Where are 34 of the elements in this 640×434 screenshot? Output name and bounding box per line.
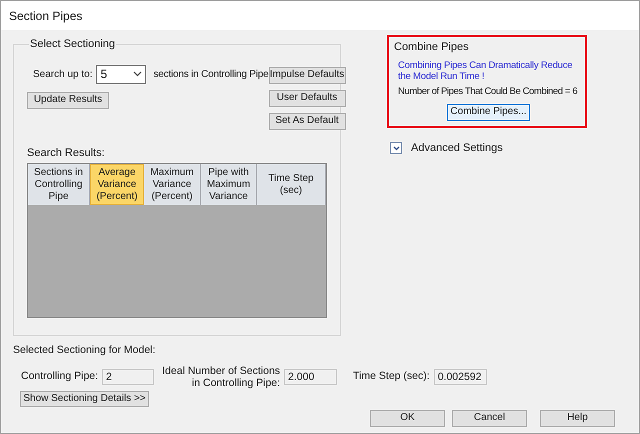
group-title: Select Sectioning xyxy=(29,37,116,52)
value-field[interactable]: 0.002592 xyxy=(434,368,487,385)
column-header[interactable]: Pipe with Maximum Variance xyxy=(201,164,257,205)
field-label: sections in Controlling Pipe xyxy=(153,68,269,82)
value-field[interactable]: 2 xyxy=(102,368,154,385)
info-message: Combining Pipes Can Dramatically Reduce the Model Run Time ! xyxy=(397,60,574,82)
field-label: Time Step (sec): xyxy=(353,368,430,384)
show-details-button[interactable]: Show Sectioning Details >> xyxy=(20,390,149,407)
advanced-settings-label: Advanced Settings xyxy=(411,140,503,156)
section-title: Selected Sectioning for Model: xyxy=(13,343,156,358)
search-dropdown[interactable]: 5 xyxy=(96,64,146,84)
column-header[interactable]: Sections in Controlling Pipe xyxy=(28,164,90,205)
combine-pipes-button[interactable]: Combine Pipes... xyxy=(447,104,530,121)
group-title: Combine Pipes xyxy=(394,40,470,55)
dialog-button[interactable]: OK xyxy=(370,410,445,427)
defaults-button[interactable]: Set As Default xyxy=(268,112,346,130)
expand-toggle[interactable] xyxy=(390,142,402,154)
defaults-button[interactable]: User Defaults xyxy=(268,90,346,106)
results-label: Search Results: xyxy=(27,146,106,160)
field-label: Ideal Number of Sections in Controlling Pipe: xyxy=(161,364,280,389)
dropdown-caret-icon xyxy=(133,71,142,77)
column-header[interactable]: Maximum Variance (Percent) xyxy=(144,164,201,205)
chevron-down-icon xyxy=(392,146,400,150)
dialog-button[interactable]: Cancel xyxy=(452,410,527,427)
value-field[interactable]: 2.000 xyxy=(284,368,338,385)
column-header[interactable]: Average Variance (Percent) xyxy=(90,164,144,205)
defaults-button[interactable]: Impulse Defaults xyxy=(268,66,346,84)
pipe-count-text: Number of Pipes That Could Be Combined = 6 xyxy=(397,84,578,98)
field-label: Controlling Pipe: xyxy=(21,368,98,384)
window-title: Section Pipes xyxy=(9,8,82,24)
update-results-button[interactable]: Update Results xyxy=(27,92,109,108)
field-label: Search up to: xyxy=(33,68,92,82)
dialog-button[interactable]: Help xyxy=(540,410,615,427)
column-header[interactable]: Time Step (sec) xyxy=(257,164,326,205)
